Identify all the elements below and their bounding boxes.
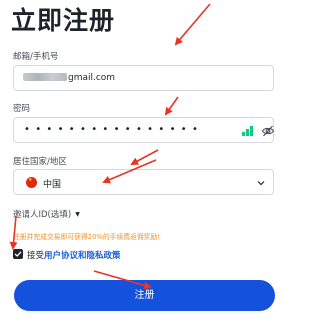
register-button[interactable]: 注册 [14,280,275,311]
email-field[interactable]: gmail.com [13,65,274,91]
password-masked-value: •••••••••••••••• [24,124,204,135]
arrow-email [174,3,211,46]
arrow-password [164,96,179,116]
password-field[interactable]: •••••••••••••••• [13,117,275,143]
arrows [9,3,211,290]
password-label: 密码 [13,104,31,114]
agreement-checkbox[interactable] [13,249,23,259]
password-strength-icon [242,126,254,136]
eye-slash-icon[interactable] [261,124,275,138]
country-label: 居住国家/地区 [13,157,67,167]
promo-text: 注册并完成交易即可获得20%的手续费返佣奖励! [13,233,160,241]
referral-label: 邀请人ID(选填) [13,210,72,220]
redacted-text [23,73,67,81]
arrow-password-field [130,149,159,165]
country-select[interactable]: ★ 中国 [13,169,274,195]
page-title: 立即注册 [11,6,116,35]
agreement-prefix: 接受 [27,251,45,261]
agreement-text: 接受用户协议和隐私政策 [27,249,121,261]
checkmark-icon [14,251,22,257]
caret-down-icon: ▼ [75,211,80,218]
china-flag-icon: ★ [26,177,37,188]
referral-toggle[interactable]: 邀请人ID(选填) ▼ [13,208,80,220]
terms-privacy-link[interactable]: 用户协议和隐私政策 [44,251,121,261]
email-label: 邮箱/手机号 [13,52,59,62]
email-value: gmail.com [68,73,116,83]
chevron-down-icon [257,181,265,186]
country-value: 中国 [43,180,62,190]
